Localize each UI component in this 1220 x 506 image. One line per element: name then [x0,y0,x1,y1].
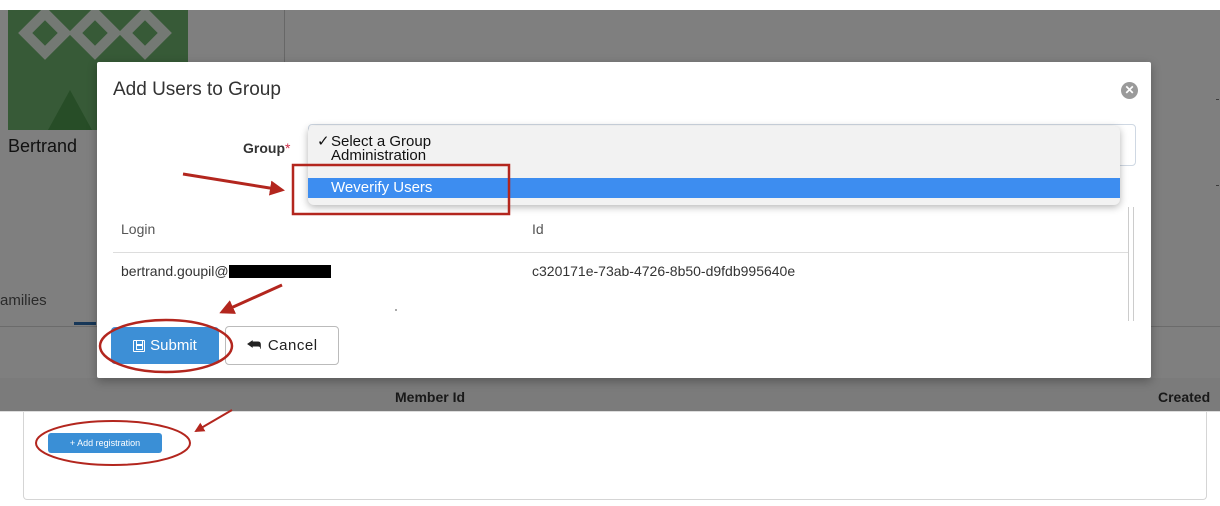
reply-arrow-icon: ⮪ [246,336,262,354]
table-scrollbar[interactable] [1128,207,1134,321]
login-value: bertrand.goupil@ [121,263,229,279]
option-label: Administration [331,149,427,163]
group-label: Group* [243,140,290,156]
add-users-modal: Add Users to Group ✕ Group* ✓Select a Gr… [97,62,1151,378]
option-label: Select a Group [331,133,432,150]
registrations-card [23,412,1207,500]
option-weverify-users[interactable]: Weverify Users [308,178,1120,198]
submit-button[interactable]: Submit [111,327,219,364]
header-id: Id [532,221,544,237]
header-login: Login [121,221,156,237]
close-icon[interactable]: ✕ [1121,82,1138,99]
add-registration-button[interactable]: + Add registration [48,433,162,453]
submit-label: Submit [150,337,197,354]
floppy-disk-icon [133,339,146,352]
decorative-dot [395,309,397,311]
row-id: c320171e-73ab-4726-8b50-d9fdb995640e [532,263,796,279]
cancel-button[interactable]: ⮪ Cancel [225,326,339,365]
option-administration[interactable]: Administration [308,149,1120,163]
row-login: bertrand.goupil@ [121,263,331,279]
group-label-text: Group [243,140,285,156]
cancel-label: Cancel [267,337,318,354]
required-mark: * [285,140,291,156]
modal-title: Add Users to Group [113,79,281,100]
option-label: Weverify Users [331,179,433,196]
redacted-block [228,265,331,278]
table-header-divider [113,252,1128,253]
